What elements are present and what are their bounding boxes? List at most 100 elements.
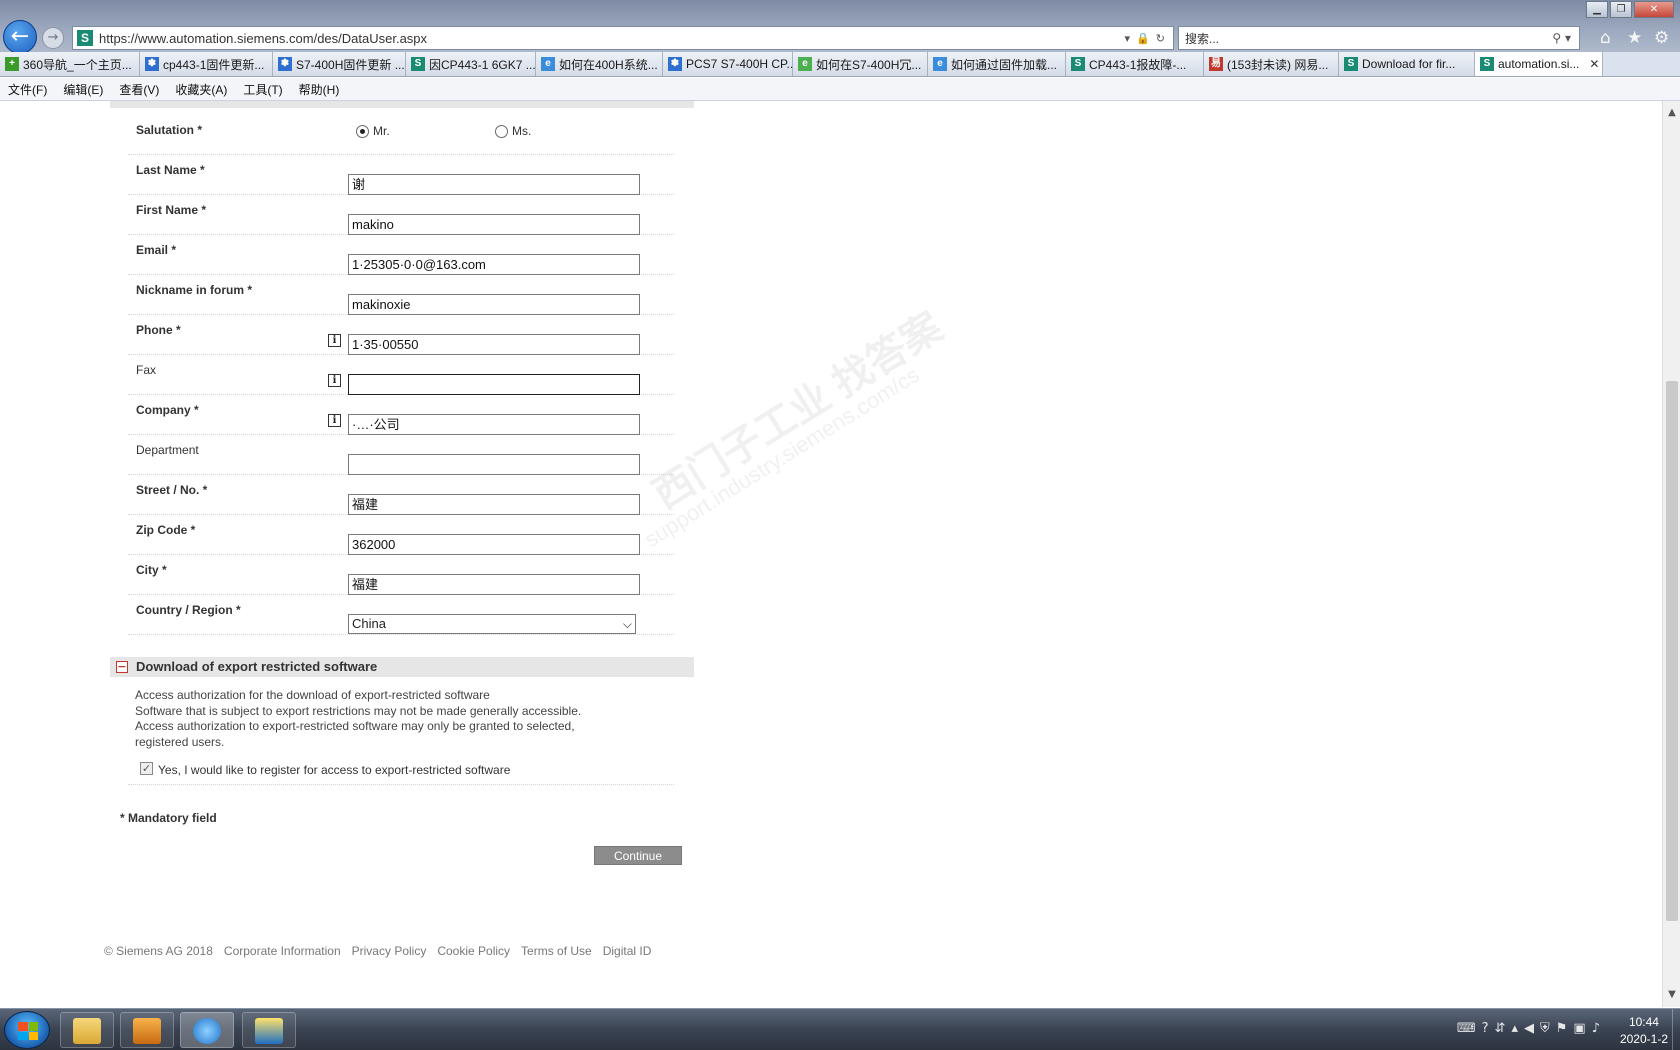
menu-item[interactable]: 工具(T) [235, 81, 290, 98]
company-info-icon[interactable]: i [328, 414, 341, 427]
browser-tab[interactable]: ✽ S7-400H固件更新 ... [273, 52, 406, 76]
back-button[interactable]: ← [3, 20, 37, 54]
menu-item[interactable]: 查看(V) [111, 81, 167, 98]
department-field[interactable] [348, 454, 640, 475]
forward-button[interactable]: → [42, 27, 64, 49]
volume-icon[interactable]: ♪ [1592, 1021, 1600, 1036]
show-desktop-button[interactable] [1672, 1009, 1680, 1050]
browser-tab[interactable]: S Download for fir... [1339, 52, 1475, 76]
footer-link-digital-id[interactable]: Digital ID [603, 944, 652, 958]
page-content: 西门子工业 找答案 support.industry.siemens.com/c… [0, 101, 1662, 1007]
salutation-label: Salutation * [136, 123, 203, 137]
first-name-field[interactable]: makino [348, 214, 640, 235]
radio-mr[interactable] [356, 125, 369, 138]
home-icon[interactable]: ⌂ [1600, 28, 1611, 48]
zip-field[interactable]: 362000 [348, 534, 640, 555]
page-scrollbar[interactable]: ▲ ▼ [1662, 101, 1680, 1007]
scroll-down-icon[interactable]: ▼ [1665, 989, 1679, 1003]
footer-link-corporate-information[interactable]: Corporate Information [224, 944, 341, 958]
url-text[interactable]: https://www.automation.siemens.com/des/D… [99, 31, 1125, 46]
export-checkbox-label[interactable]: Yes, I would like to register for access… [158, 763, 510, 777]
window-controls: ▁ ❐ ✕ [1586, 1, 1674, 18]
continue-button[interactable]: Continue [594, 846, 682, 865]
taskbar-internet-explorer[interactable] [180, 1012, 234, 1048]
scroll-thumb[interactable] [1666, 381, 1678, 921]
lock-icon[interactable]: 🔒 [1136, 32, 1150, 45]
fax-info-icon[interactable]: i [328, 374, 341, 387]
browser-tab[interactable]: ✽ PCS7 S7-400H CP... [663, 52, 793, 76]
start-button[interactable] [4, 1011, 50, 1049]
tab-bar: +360导航_一个主页... ✽ cp443-1固件更新... ✽ S7-400H固件更… [0, 52, 1680, 77]
tab-close-icon[interactable]: ✕ [1589, 57, 1599, 71]
scroll-up-icon[interactable]: ▲ [1665, 107, 1679, 121]
settings-gear-icon[interactable]: ⚙ [1654, 28, 1669, 48]
taskbar-media-player[interactable] [120, 1012, 174, 1048]
city-field[interactable]: 福建 [348, 574, 640, 595]
taskbar-clock[interactable]: 10:44 2020-1-2 [1620, 1014, 1668, 1048]
close-window-icon[interactable]: ✕ [1634, 1, 1674, 18]
favorites-star-icon[interactable]: ★ [1627, 28, 1642, 48]
dropdown-arrow-icon[interactable]: ▾ [1125, 32, 1131, 45]
phone-row: Phone * i 1·35·00550 [128, 315, 674, 355]
menu-item[interactable]: 收藏夹(A) [167, 81, 235, 98]
browser-tab[interactable]: ✽ cp443-1固件更新... [140, 52, 273, 76]
country-select[interactable]: China ⌵ [348, 614, 636, 634]
search-icon[interactable]: ⚲ ▾ [1552, 31, 1579, 45]
action-center-flag-icon[interactable]: ⚑ [1556, 1021, 1568, 1036]
browser-tab[interactable]: e 如何在400H系统... [536, 52, 663, 76]
browser-tab[interactable]: Sautomation.si... ✕ [1475, 52, 1603, 76]
folder-icon [73, 1018, 101, 1044]
security-shield-icon[interactable]: ⛨ [1540, 1021, 1550, 1036]
nickname-field[interactable]: makinoxie [348, 294, 640, 315]
network-icon[interactable]: ▣ [1573, 1021, 1585, 1036]
tab-favicon-icon: e [798, 57, 812, 71]
taskbar-explorer[interactable] [60, 1012, 114, 1048]
menu-item[interactable]: 文件(F) [0, 81, 55, 98]
browser-tab[interactable]: S 因CP443-1 6GK7 ... [406, 52, 536, 76]
tab-label: (153封未读) 网易... [1227, 57, 1329, 72]
phone-field[interactable]: 1·35·00550 [348, 334, 640, 355]
browser-tab[interactable]: 易 (153封未读) 网易... [1204, 52, 1339, 76]
antivirus-icon[interactable]: ◀ [1524, 1021, 1534, 1036]
taskbar-app[interactable] [242, 1012, 296, 1048]
zip-row: Zip Code * 362000 [128, 515, 674, 555]
show-hidden-icons-icon[interactable]: ▴ [1511, 1021, 1518, 1036]
footer-link-terms-of-use[interactable]: Terms of Use [521, 944, 592, 958]
search-input[interactable]: 搜索... ⚲ ▾ [1178, 26, 1580, 50]
browser-tab[interactable]: e 如何在S7-400H冗... [793, 52, 928, 76]
export-section-header[interactable]: − Download of export restricted software [110, 657, 694, 677]
footer-link-privacy-policy[interactable]: Privacy Policy [352, 944, 427, 958]
radio-ms[interactable] [495, 125, 508, 138]
collapse-icon[interactable]: − [116, 661, 128, 673]
tab-label: automation.si... [1498, 57, 1580, 71]
fax-field[interactable] [348, 374, 640, 395]
tab-favicon-icon: + [5, 57, 19, 71]
department-row: Department [128, 435, 674, 475]
browser-tab[interactable]: S CP443-1报故障-... [1066, 52, 1204, 76]
tab-favicon-icon: S [1071, 57, 1085, 71]
last-name-field[interactable]: 谢 [348, 174, 640, 195]
browser-tab[interactable]: e 如何通过固件加载... [928, 52, 1066, 76]
street-row: Street / No. * 福建 [128, 475, 674, 515]
menu-item[interactable]: 编辑(E) [55, 81, 111, 98]
minimize-icon[interactable]: ▁ [1586, 1, 1608, 18]
first-name-label: First Name * [136, 203, 207, 217]
export-access-checkbox[interactable]: ✓ [140, 762, 153, 775]
refresh-icon[interactable]: ↻ [1156, 32, 1165, 45]
maximize-icon[interactable]: ❐ [1610, 1, 1632, 18]
street-field[interactable]: 福建 [348, 494, 640, 515]
address-bar[interactable]: S https://www.automation.siemens.com/des… [72, 26, 1174, 50]
phone-info-icon[interactable]: i [328, 334, 341, 347]
export-line: registered users. [135, 734, 225, 749]
company-label: Company * [136, 403, 199, 417]
company-field[interactable]: ·…·公司 [348, 414, 640, 435]
menu-item[interactable]: 帮助(H) [291, 81, 348, 98]
input-method-icon[interactable]: ⇵ [1495, 1021, 1506, 1036]
browser-tab[interactable]: +360导航_一个主页... [0, 52, 140, 76]
tab-label: PCS7 S7-400H CP... [686, 57, 793, 71]
footer-link-cookie-policy[interactable]: Cookie Policy [437, 944, 510, 958]
keyboard-icon[interactable]: ⌨ [1457, 1021, 1476, 1036]
email-field[interactable]: 1·25305·0·0@163.com [348, 254, 640, 275]
tab-label: Download for fir... [1362, 57, 1456, 71]
help-icon[interactable]: ? [1482, 1021, 1489, 1036]
